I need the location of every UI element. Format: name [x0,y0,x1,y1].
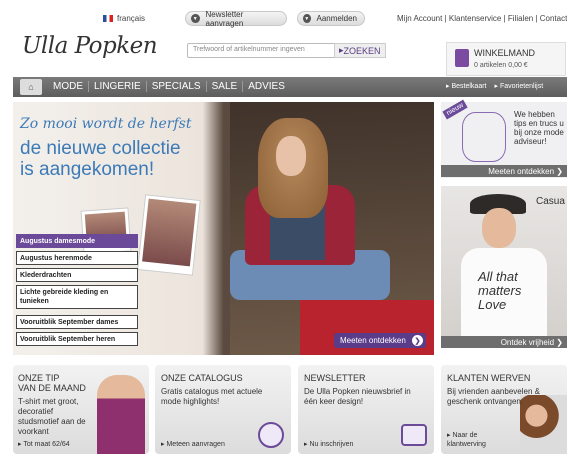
tile-newsletter-title: NEWSLETTER [304,373,366,383]
promo-advice-cta[interactable]: Meeten ontdekken ❯ [441,165,567,177]
newsletter-button[interactable]: ▼ Newsletter aanvragen [185,9,287,28]
nav-items: MODE LINGERIE SPECIALS SALE ADVIES [48,81,290,92]
hero-cta-button[interactable]: Meeten ontdekken ❯ [334,333,426,348]
tile-tip-text: T-shirt met groot, decoratief studsmotie… [18,397,86,436]
login-button[interactable]: ▼ Aanmelden [297,11,365,26]
flag-icon [103,15,113,22]
chevron-down-icon: ▼ [303,14,311,23]
cart-summary: 0 artikelen 0,00 € [474,62,528,69]
promo-casual-cta[interactable]: Ontdek vrijheid ❯ [441,336,567,348]
hero-link-augustus-heren[interactable]: Augustus herenmode [16,251,138,265]
tile-newsletter-text: De Ulla Popken nieuwsbrief in één keer d… [304,387,411,406]
nav-item-specials[interactable]: SPECIALS [147,81,207,92]
hero-link-sept-dames[interactable]: Vooruitblik September dames [16,315,138,329]
tile-referral-title: KLANTEN WERVEN [447,373,531,383]
promo-casual-title: Casua [536,196,565,207]
tile-catalog-text: Gratis catalogus met actuele mode highli… [161,387,263,406]
tile-referral-text: Bij vrienden aanbevelen & geschenk ontva… [447,387,540,406]
fashion-sketch-image [462,112,506,162]
nav-item-lingerie[interactable]: LINGERIE [89,81,147,92]
nav-right-links: ▸ Bestelkaart ▸ Favorietenlijst [446,82,543,90]
promo-model-face [482,208,516,248]
order-card-link[interactable]: ▸ Bestelkaart [446,82,487,90]
tile-catalog-link[interactable]: ▸ Meteen aanvragen [161,440,225,448]
cart-label: WINKELMAND [474,48,536,58]
search-input[interactable]: Trefwoord of artikelnummer ingeven [187,43,337,58]
shopping-bag-icon [455,49,469,67]
login-label: Aanmelden [316,14,357,23]
promo-advice-text: We hebben tips en trucs u bij onze mode … [514,110,564,146]
hero-cta-label: Meeten ontdekken [340,336,406,345]
language-switch[interactable]: français [103,14,145,23]
shirt-print-text: All that matters Love [478,269,522,312]
language-label: français [117,14,146,23]
hero-tagline: Zo mooi wordt de herfst [20,116,192,132]
polaroid-photo [137,194,201,276]
tile-referral-link[interactable]: ▸ Naar de klantwerving [447,431,507,449]
tile-tip-image [97,375,145,454]
tile-tip-title: ONZE TIP VAN DE MAAND [18,373,86,393]
nav-item-mode[interactable]: MODE [48,81,89,92]
hero-link-gebreide[interactable]: Lichte gebreide kleding en tunieken [16,285,138,309]
nav-item-advies[interactable]: ADVIES [243,81,290,92]
search-button[interactable]: ▸ ZOEKEN [334,43,386,58]
search-button-label: ZOEKEN [343,45,381,56]
home-icon[interactable]: ⌂ [20,79,42,95]
brand-logo[interactable]: Ulla Popken [22,33,158,59]
hero-model-face [276,136,306,176]
hero-link-augustus-dames[interactable]: Augustus damesmode [16,234,138,248]
favorites-link[interactable]: ▸ Favorietenlijst [495,82,544,90]
catalog-book-icon [258,422,284,448]
newsletter-label: Newsletter aanvragen [205,9,244,28]
double-chevron-right-icon: ❯ [412,335,423,346]
chevron-down-icon: ▼ [191,14,200,23]
hero-headline: de nieuwe collectie is aangekomen! [20,138,181,180]
hero-link-kleder[interactable]: Klederdrachten [16,268,138,282]
newsletter-envelope-icon [401,424,427,446]
top-links[interactable]: Mijn Account | Klantenservice | Filialen… [397,14,567,23]
nav-item-sale[interactable]: SALE [207,81,244,92]
hero-link-sept-heren[interactable]: Vooruitblik September heren [16,332,138,346]
tile-newsletter-link[interactable]: ▸ Nu inschrijven [304,440,353,448]
tile-tip-link[interactable]: ▸ Tot maat 62/64 [18,440,70,448]
tile-catalog-title: ONZE CATALOGUS [161,373,243,383]
